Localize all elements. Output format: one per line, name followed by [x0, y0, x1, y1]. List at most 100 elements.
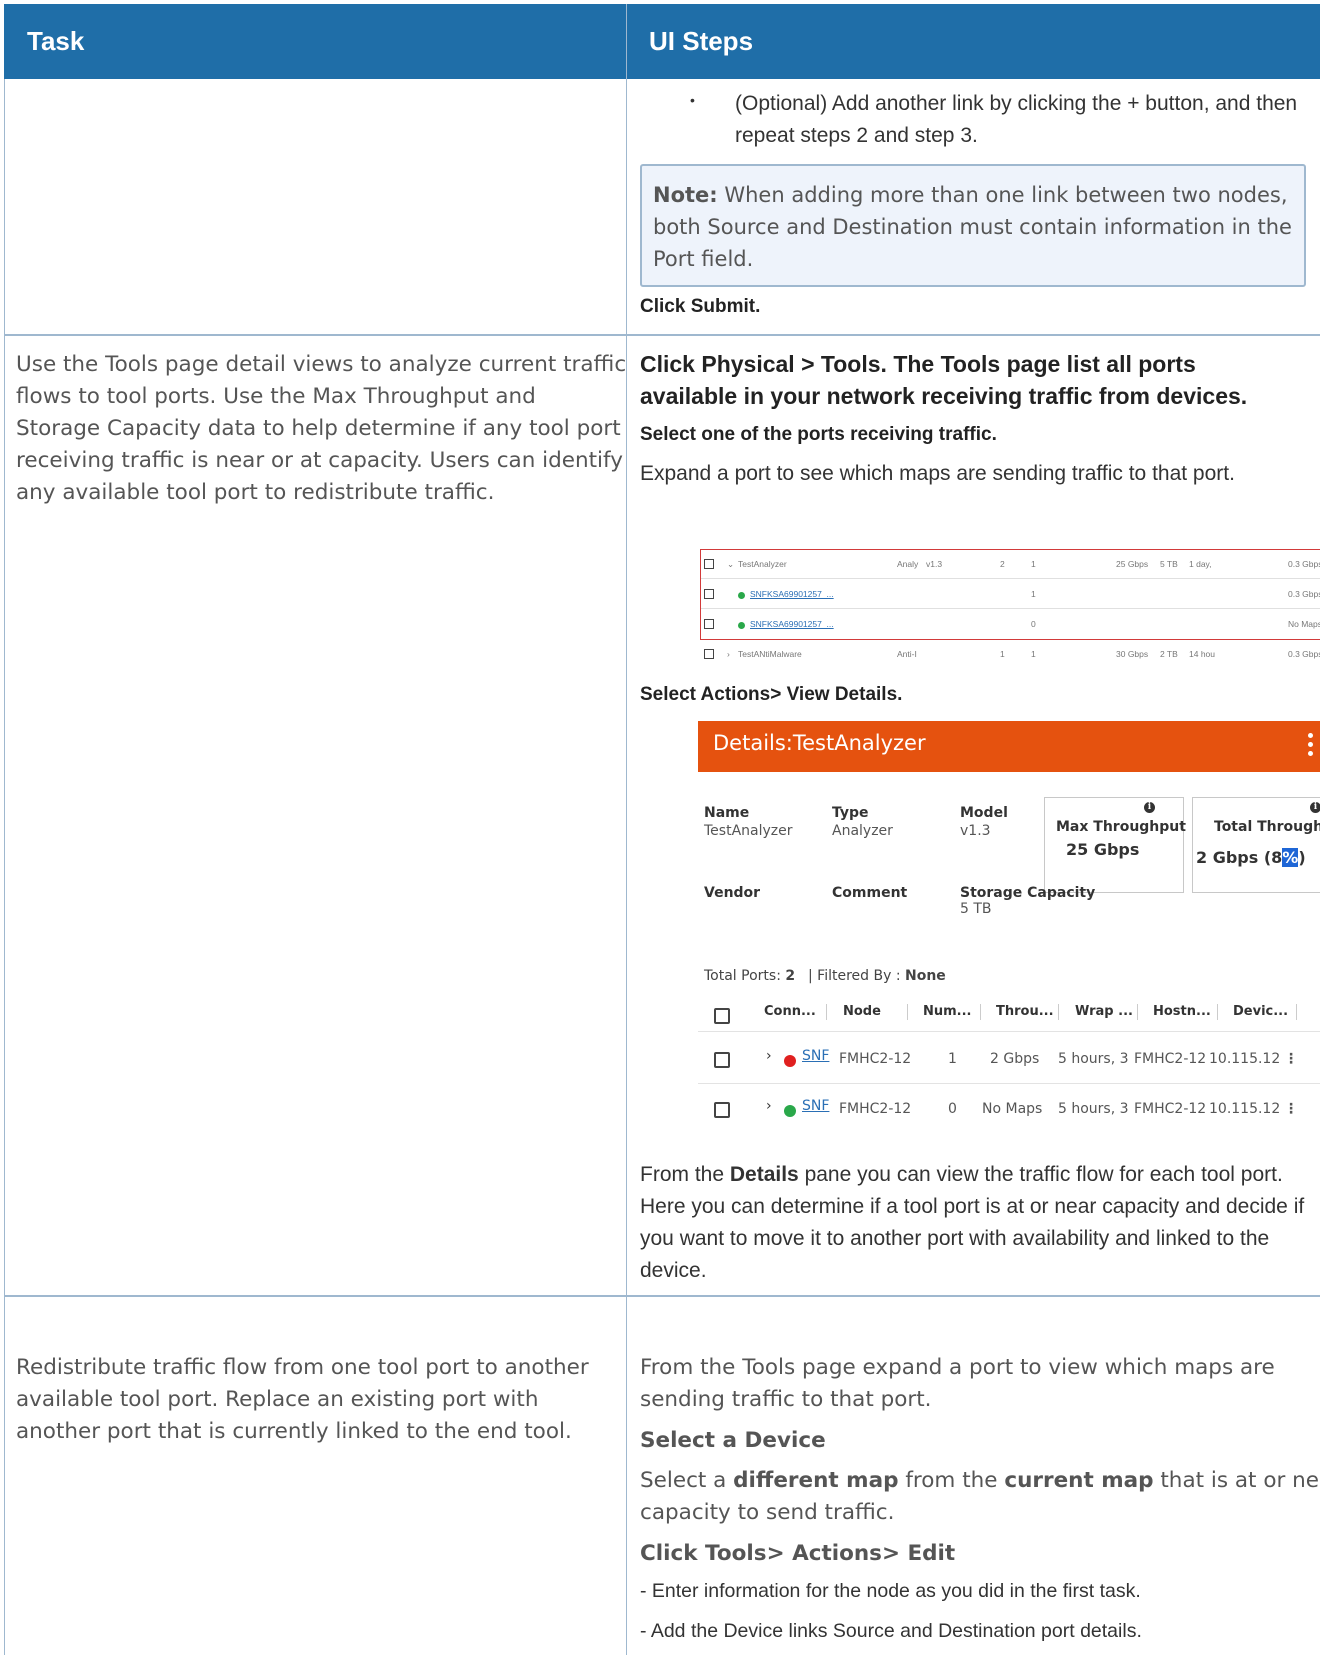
step-click-physical-tools: available in your network receiving traf… — [640, 383, 1248, 409]
column-header[interactable]: Node — [843, 1004, 881, 1019]
vendor-label: Vendor — [704, 885, 761, 901]
tool-uptime: 14 hou — [1189, 649, 1215, 659]
task-description: Use the Tools page detail views to analy… — [16, 352, 627, 377]
select-all-checkbox[interactable] — [714, 1008, 730, 1024]
column-header[interactable]: Devic... — [1233, 1004, 1288, 1019]
step-add-links: - Add the Device links Source and Destin… — [640, 1620, 1142, 1642]
more-vertical-icon[interactable] — [1308, 733, 1314, 760]
wrap-cell: 5 hours, 3 — [1058, 1101, 1129, 1117]
wrap-cell: 5 hours, 3 — [1058, 1051, 1129, 1067]
details-title-bar: Details:TestAnalyzer — [698, 721, 1320, 772]
step-expand-port: sending traffic to that port. — [640, 1387, 932, 1412]
task-description: flows to tool ports. Use the Max Through… — [16, 384, 536, 409]
column-header[interactable]: Hostn... — [1153, 1004, 1211, 1019]
more-vertical-icon[interactable]: ⋮ — [1284, 1051, 1298, 1067]
chevron-right-icon[interactable]: › — [766, 1098, 772, 1114]
throughput-cell: No Maps — [982, 1101, 1043, 1117]
task-description: receiving traffic is near or at capacity… — [16, 448, 623, 473]
task-description: available tool port. Replace an existing… — [16, 1387, 539, 1412]
step-click-tools-edit: Click Tools> Actions> Edit — [640, 1541, 956, 1566]
max-throughput-label: Max Throughput — [1056, 819, 1186, 835]
step-click-physical-tools: Click Physical > Tools. The Tools page l… — [640, 351, 1196, 377]
type-value: Analyzer — [832, 823, 893, 839]
note-text: Note: When adding more than one link bet… — [653, 179, 1293, 275]
column-header[interactable]: Wrap ... — [1075, 1004, 1133, 1019]
details-title: Details:TestAnalyzer — [713, 731, 926, 755]
chevron-right-icon[interactable]: › — [727, 649, 730, 659]
tool-rate: 0.3 Gbps — [1288, 649, 1320, 659]
table-row[interactable]: › TestANtiMalware Anti-I 1 1 30 Gbps 2 T… — [690, 639, 1320, 669]
step-expand-port: Expand a port to see which maps are send… — [640, 462, 1235, 485]
more-vertical-icon[interactable]: ⋮ — [1284, 1101, 1298, 1117]
header-task: Task — [27, 26, 85, 56]
connection-link[interactable]: SNF — [802, 1048, 829, 1064]
hostname-cell: FMHC2-12 — [1134, 1051, 1207, 1067]
tool-count: 1 — [1031, 649, 1036, 659]
hostname-cell: FMHC2-12 — [1134, 1101, 1207, 1117]
note-label: Note: — [653, 183, 718, 207]
row-checkbox[interactable] — [714, 1052, 730, 1068]
task-description: Redistribute traffic flow from one tool … — [16, 1355, 589, 1380]
step-view-details: Select Actions> View Details. — [640, 684, 903, 705]
tool-throughput: 30 Gbps — [1116, 649, 1149, 659]
tools-ports-table: ⌄ TestAnalyzer Analy v1.3 2 1 25 Gbps 5 … — [690, 541, 1320, 663]
table-header: Task UI Steps — [4, 4, 1320, 79]
click-submit-step: Click Submit. — [640, 296, 761, 317]
details-explanation: From the Details pane you can view the t… — [640, 1163, 1283, 1186]
comment-label: Comment — [832, 885, 908, 901]
total-ports: Total Ports: 2 — [704, 968, 796, 984]
column-divider — [626, 4, 627, 1655]
max-throughput-card: i Max Throughput 25 Gbps — [1044, 797, 1186, 893]
column-header[interactable]: Conn... — [764, 1004, 816, 1019]
node-cell: FMHC2-12 — [839, 1101, 912, 1117]
model-value: v1.3 — [960, 823, 991, 839]
optional-step-text: (Optional) Add another link by clicking … — [735, 92, 1298, 115]
row-checkbox[interactable] — [704, 649, 714, 659]
step-select-map: capacity to send traffic. — [640, 1500, 895, 1525]
details-explanation: Here you can determine if a tool port is… — [640, 1195, 1305, 1218]
filtered-by: | Filtered By : None — [808, 968, 946, 984]
node-cell: FMHC2-12 — [839, 1051, 912, 1067]
status-dot — [784, 1105, 796, 1117]
device-cell: 10.115.12 — [1209, 1051, 1281, 1067]
status-dot — [784, 1055, 796, 1067]
task-description: Storage Capacity data to help determine … — [16, 416, 621, 441]
bullet: • — [690, 92, 695, 108]
total-throughput-label: Total Throughput — [1214, 819, 1320, 835]
row-checkbox[interactable] — [714, 1102, 730, 1118]
num-cell: 0 — [948, 1101, 957, 1117]
note-body: When adding more than one link between t… — [653, 183, 1292, 271]
row-divider — [4, 334, 1320, 336]
step-select-map: Select a different map from the current … — [640, 1468, 1320, 1493]
step-expand-port: From the Tools page expand a port to vie… — [640, 1355, 1275, 1380]
task-description: any available tool port to redistribute … — [16, 480, 495, 505]
total-throughput-value: 2 Gbps (8%) — [1196, 848, 1306, 867]
step-select-port: Select one of the ports receiving traffi… — [640, 424, 997, 445]
storage-capacity-label: Storage Capacity — [960, 885, 1096, 901]
optional-step-text: repeat steps 2 and step 3. — [735, 124, 978, 147]
details-explanation: you want to move it to another port with… — [640, 1227, 1270, 1250]
max-throughput-value: 25 Gbps — [1066, 840, 1140, 859]
details-pane: Details:TestAnalyzer Name TestAnalyzer T… — [698, 721, 1320, 1141]
total-throughput-card: i Total Throughput 2 Gbps (8%) — [1192, 797, 1320, 893]
task-description: another port that is currently linked to… — [16, 1419, 572, 1444]
column-header[interactable]: Num... — [923, 1004, 972, 1019]
column-header[interactable]: Throu... — [996, 1004, 1054, 1019]
info-icon[interactable]: i — [1144, 802, 1155, 813]
tool-name: TestANtiMalware — [738, 649, 802, 659]
tool-type: Anti-I — [897, 649, 917, 659]
step-enter-info: - Enter information for the node as you … — [640, 1580, 1141, 1602]
model-label: Model — [960, 805, 1008, 821]
device-cell: 10.115.12 — [1209, 1101, 1281, 1117]
row-divider — [4, 1295, 1320, 1297]
name-value: TestAnalyzer — [704, 823, 793, 839]
header-ui-steps: UI Steps — [649, 26, 754, 56]
num-cell: 1 — [948, 1051, 957, 1067]
type-label: Type — [832, 805, 869, 821]
details-explanation: device. — [640, 1259, 707, 1282]
note-box: Note: When adding more than one link bet… — [640, 164, 1306, 287]
chevron-right-icon[interactable]: › — [766, 1048, 772, 1064]
connection-link[interactable]: SNF — [802, 1098, 829, 1114]
info-icon[interactable]: i — [1310, 802, 1320, 813]
throughput-cell: 2 Gbps — [990, 1051, 1040, 1067]
